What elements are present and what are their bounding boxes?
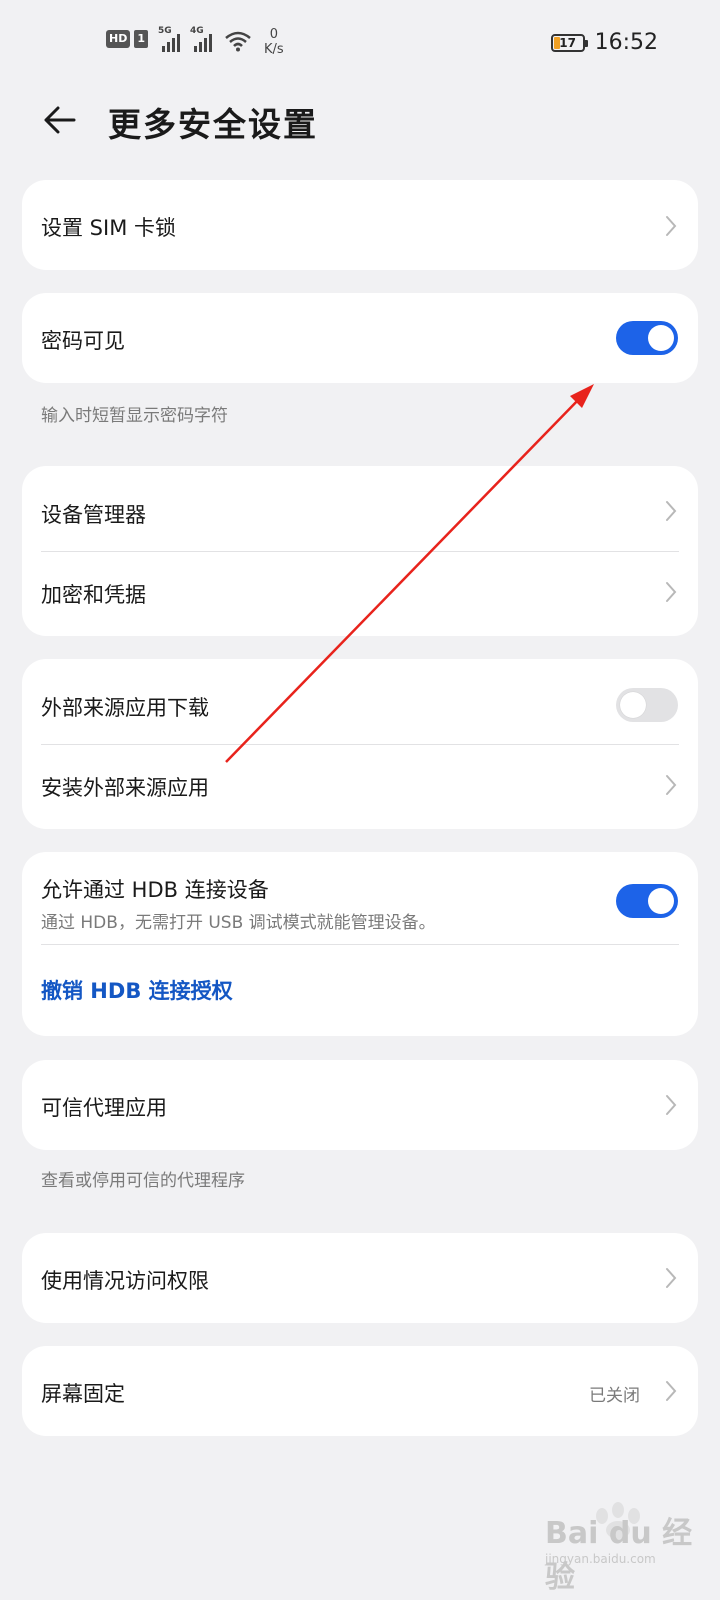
install-external-row[interactable]: 安装外部来源应用 <box>22 745 698 829</box>
sim-number-badge: 1 <box>134 30 148 48</box>
external-download-label: 外部来源应用下载 <box>41 696 209 720</box>
sim-lock-row[interactable]: 设置 SIM 卡锁 <box>22 180 698 270</box>
password-visible-note: 输入时短暂显示密码字符 <box>41 406 228 426</box>
hdb-row[interactable]: 允许通过 HDB 连接设备 通过 HDB，无需打开 USB 调试模式就能管理设备… <box>22 852 698 944</box>
screen-pinning-row[interactable]: 屏幕固定 已关闭 <box>22 1346 698 1436</box>
status-bar: HD 1 5G 4G 0 K/s 17 16:52 <box>0 0 720 90</box>
signal-4g-tag: 4G <box>190 26 204 36</box>
hdb-subtitle: 通过 HDB，无需打开 USB 调试模式就能管理设备。 <box>41 913 436 933</box>
device-card: 设备管理器 加密和凭据 <box>22 466 698 636</box>
encryption-label: 加密和凭据 <box>41 583 146 607</box>
chevron-right-icon <box>666 501 677 521</box>
encryption-row[interactable]: 加密和凭据 <box>22 552 698 636</box>
device-manager-label: 设备管理器 <box>41 503 146 527</box>
speed-unit: K/s <box>264 42 284 57</box>
chevron-right-icon <box>666 582 677 602</box>
screen-pinning-label: 屏幕固定 <box>41 1382 125 1406</box>
device-manager-row[interactable]: 设备管理器 <box>22 466 698 551</box>
page-title: 更多安全设置 <box>108 105 318 144</box>
screen-pinning-value: 已关闭 <box>589 1386 640 1406</box>
screen-pinning-card: 屏幕固定 已关闭 <box>22 1346 698 1436</box>
chevron-right-icon <box>666 775 677 795</box>
usage-access-row[interactable]: 使用情况访问权限 <box>22 1233 698 1323</box>
external-download-row[interactable]: 外部来源应用下载 <box>22 659 698 744</box>
wifi-icon <box>225 31 251 52</box>
clock: 16:52 <box>594 30 658 55</box>
hdb-revoke-link[interactable]: 撤销 HDB 连接授权 <box>41 975 233 1005</box>
password-visible-toggle[interactable] <box>616 321 678 355</box>
password-visible-card: 密码可见 <box>22 293 698 383</box>
sim-lock-card: 设置 SIM 卡锁 <box>22 180 698 270</box>
toggle-knob <box>648 325 674 351</box>
hdb-label: 允许通过 HDB 连接设备 <box>41 878 269 902</box>
sim-lock-label: 设置 SIM 卡锁 <box>41 216 176 240</box>
toggle-knob <box>620 692 646 718</box>
chevron-right-icon <box>666 216 677 236</box>
status-icons-left: HD 1 5G 4G 0 K/s <box>106 26 284 57</box>
install-external-label: 安装外部来源应用 <box>41 776 209 800</box>
back-arrow-icon[interactable] <box>40 100 80 140</box>
toggle-knob <box>648 888 674 914</box>
hdb-revoke-row[interactable]: 撤销 HDB 连接授权 <box>22 945 698 1036</box>
signal-5g-tag: 5G <box>158 26 172 36</box>
external-sources-card: 外部来源应用下载 安装外部来源应用 <box>22 659 698 829</box>
network-speed: 0 K/s <box>264 27 284 57</box>
status-icons-right: 17 16:52 <box>550 30 658 55</box>
signal-5g-icon: 5G <box>158 26 180 52</box>
battery-icon: 17 <box>550 33 588 52</box>
external-download-toggle[interactable] <box>616 688 678 722</box>
app-bar: 更多安全设置 <box>0 90 720 160</box>
hd-badge: HD <box>106 30 131 48</box>
usage-access-card: 使用情况访问权限 <box>22 1233 698 1323</box>
speed-value: 0 <box>269 27 278 42</box>
trusted-agent-card: 可信代理应用 <box>22 1060 698 1150</box>
hdb-card: 允许通过 HDB 连接设备 通过 HDB，无需打开 USB 调试模式就能管理设备… <box>22 852 698 1036</box>
chevron-right-icon <box>666 1268 677 1288</box>
chevron-right-icon <box>666 1095 677 1115</box>
watermark-sub: jingyan.baidu.com <box>545 1552 656 1566</box>
signal-4g-icon: 4G <box>190 26 212 52</box>
battery-level: 17 <box>559 35 576 50</box>
password-visible-label: 密码可见 <box>41 329 125 353</box>
trusted-agent-note: 查看或停用可信的代理程序 <box>41 1171 245 1191</box>
chevron-right-icon <box>666 1381 677 1401</box>
password-visible-row[interactable]: 密码可见 <box>22 293 698 383</box>
trusted-agent-row[interactable]: 可信代理应用 <box>22 1060 698 1150</box>
trusted-agent-label: 可信代理应用 <box>41 1096 167 1120</box>
usage-access-label: 使用情况访问权限 <box>41 1269 209 1293</box>
hdb-toggle[interactable] <box>616 884 678 918</box>
